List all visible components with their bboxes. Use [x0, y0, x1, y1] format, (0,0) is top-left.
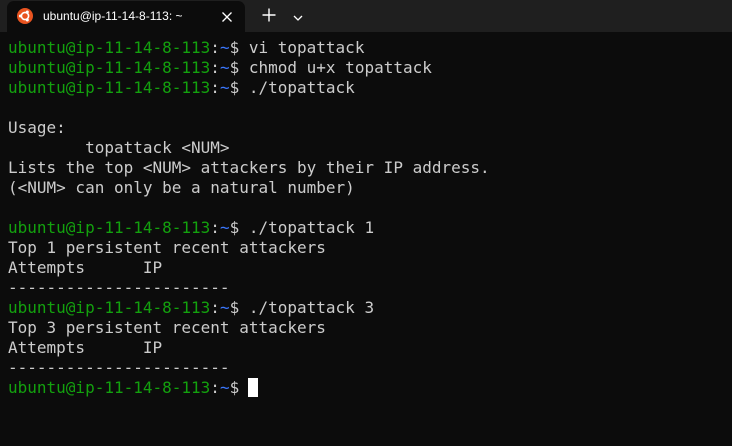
terminal-tab[interactable]: ubuntu@ip-11-14-8-113: ~ [7, 1, 245, 32]
prompt-symbol: $ [229, 298, 240, 317]
chevron-down-icon[interactable] [292, 9, 304, 21]
command-text: chmod u+x topattack [239, 58, 432, 77]
prompt-path: ~ [219, 78, 230, 97]
prompt-colon: : [210, 38, 220, 57]
prompt-line: ubuntu@ip-11-14-8-113:~$ [8, 378, 728, 398]
output-line: Lists the top <NUM> attackers by their I… [8, 158, 490, 177]
prompt-symbol: $ [229, 378, 240, 397]
command-text: vi topattack [239, 38, 365, 57]
prompt-line: ubuntu@ip-11-14-8-113:~$ vi topattack [8, 38, 728, 58]
prompt-user-host: ubuntu@ip-11-14-8-113 [8, 38, 211, 57]
prompt-line: ubuntu@ip-11-14-8-113:~$ ./topattack 3 [8, 298, 728, 318]
output-line: (<NUM> can only be a natural number) [8, 178, 355, 197]
prompt-path: ~ [219, 38, 230, 57]
prompt-user-host: ubuntu@ip-11-14-8-113 [8, 378, 211, 397]
prompt-line: ubuntu@ip-11-14-8-113:~$ ./topattack 1 [8, 218, 728, 238]
close-icon[interactable] [220, 9, 234, 23]
prompt-symbol: $ [229, 218, 240, 237]
command-text: ./topattack 3 [239, 298, 375, 317]
ubuntu-icon [17, 8, 33, 24]
output-line: Top 3 persistent recent attackers [8, 318, 326, 337]
prompt-line: ubuntu@ip-11-14-8-113:~$ ./topattack [8, 78, 728, 98]
output-line: Top 1 persistent recent attackers [8, 238, 326, 257]
output-line: ----------------------- [8, 278, 230, 297]
prompt-symbol: $ [229, 58, 240, 77]
prompt-symbol: $ [229, 78, 240, 97]
output-line: topattack <NUM> [8, 138, 230, 157]
prompt-user-host: ubuntu@ip-11-14-8-113 [8, 58, 211, 77]
command-text: ./topattack 1 [239, 218, 375, 237]
prompt-path: ~ [219, 218, 230, 237]
prompt-path: ~ [219, 378, 230, 397]
terminal-output[interactable]: ubuntu@ip-11-14-8-113:~$ vi topattack ubu… [8, 38, 728, 438]
prompt-path: ~ [219, 298, 230, 317]
prompt-colon: : [210, 58, 220, 77]
title-bar: ubuntu@ip-11-14-8-113: ~ [0, 0, 732, 32]
prompt-colon: : [210, 378, 220, 397]
output-line: ----------------------- [8, 358, 230, 377]
prompt-colon: : [210, 298, 220, 317]
prompt-user-host: ubuntu@ip-11-14-8-113 [8, 218, 211, 237]
tab-title: ubuntu@ip-11-14-8-113: ~ [43, 9, 183, 23]
prompt-colon: : [210, 78, 220, 97]
output-line: Attempts IP [8, 338, 163, 357]
prompt-path: ~ [219, 58, 230, 77]
prompt-colon: : [210, 218, 220, 237]
plus-icon[interactable] [261, 7, 277, 23]
output-line: Attempts IP [8, 258, 163, 277]
prompt-symbol: $ [229, 38, 240, 57]
prompt-line: ubuntu@ip-11-14-8-113:~$ chmod u+x topat… [8, 58, 728, 78]
output-line: Usage: [8, 118, 66, 137]
prompt-user-host: ubuntu@ip-11-14-8-113 [8, 298, 211, 317]
command-text: ./topattack [239, 78, 355, 97]
text-cursor [248, 378, 259, 397]
prompt-user-host: ubuntu@ip-11-14-8-113 [8, 78, 211, 97]
